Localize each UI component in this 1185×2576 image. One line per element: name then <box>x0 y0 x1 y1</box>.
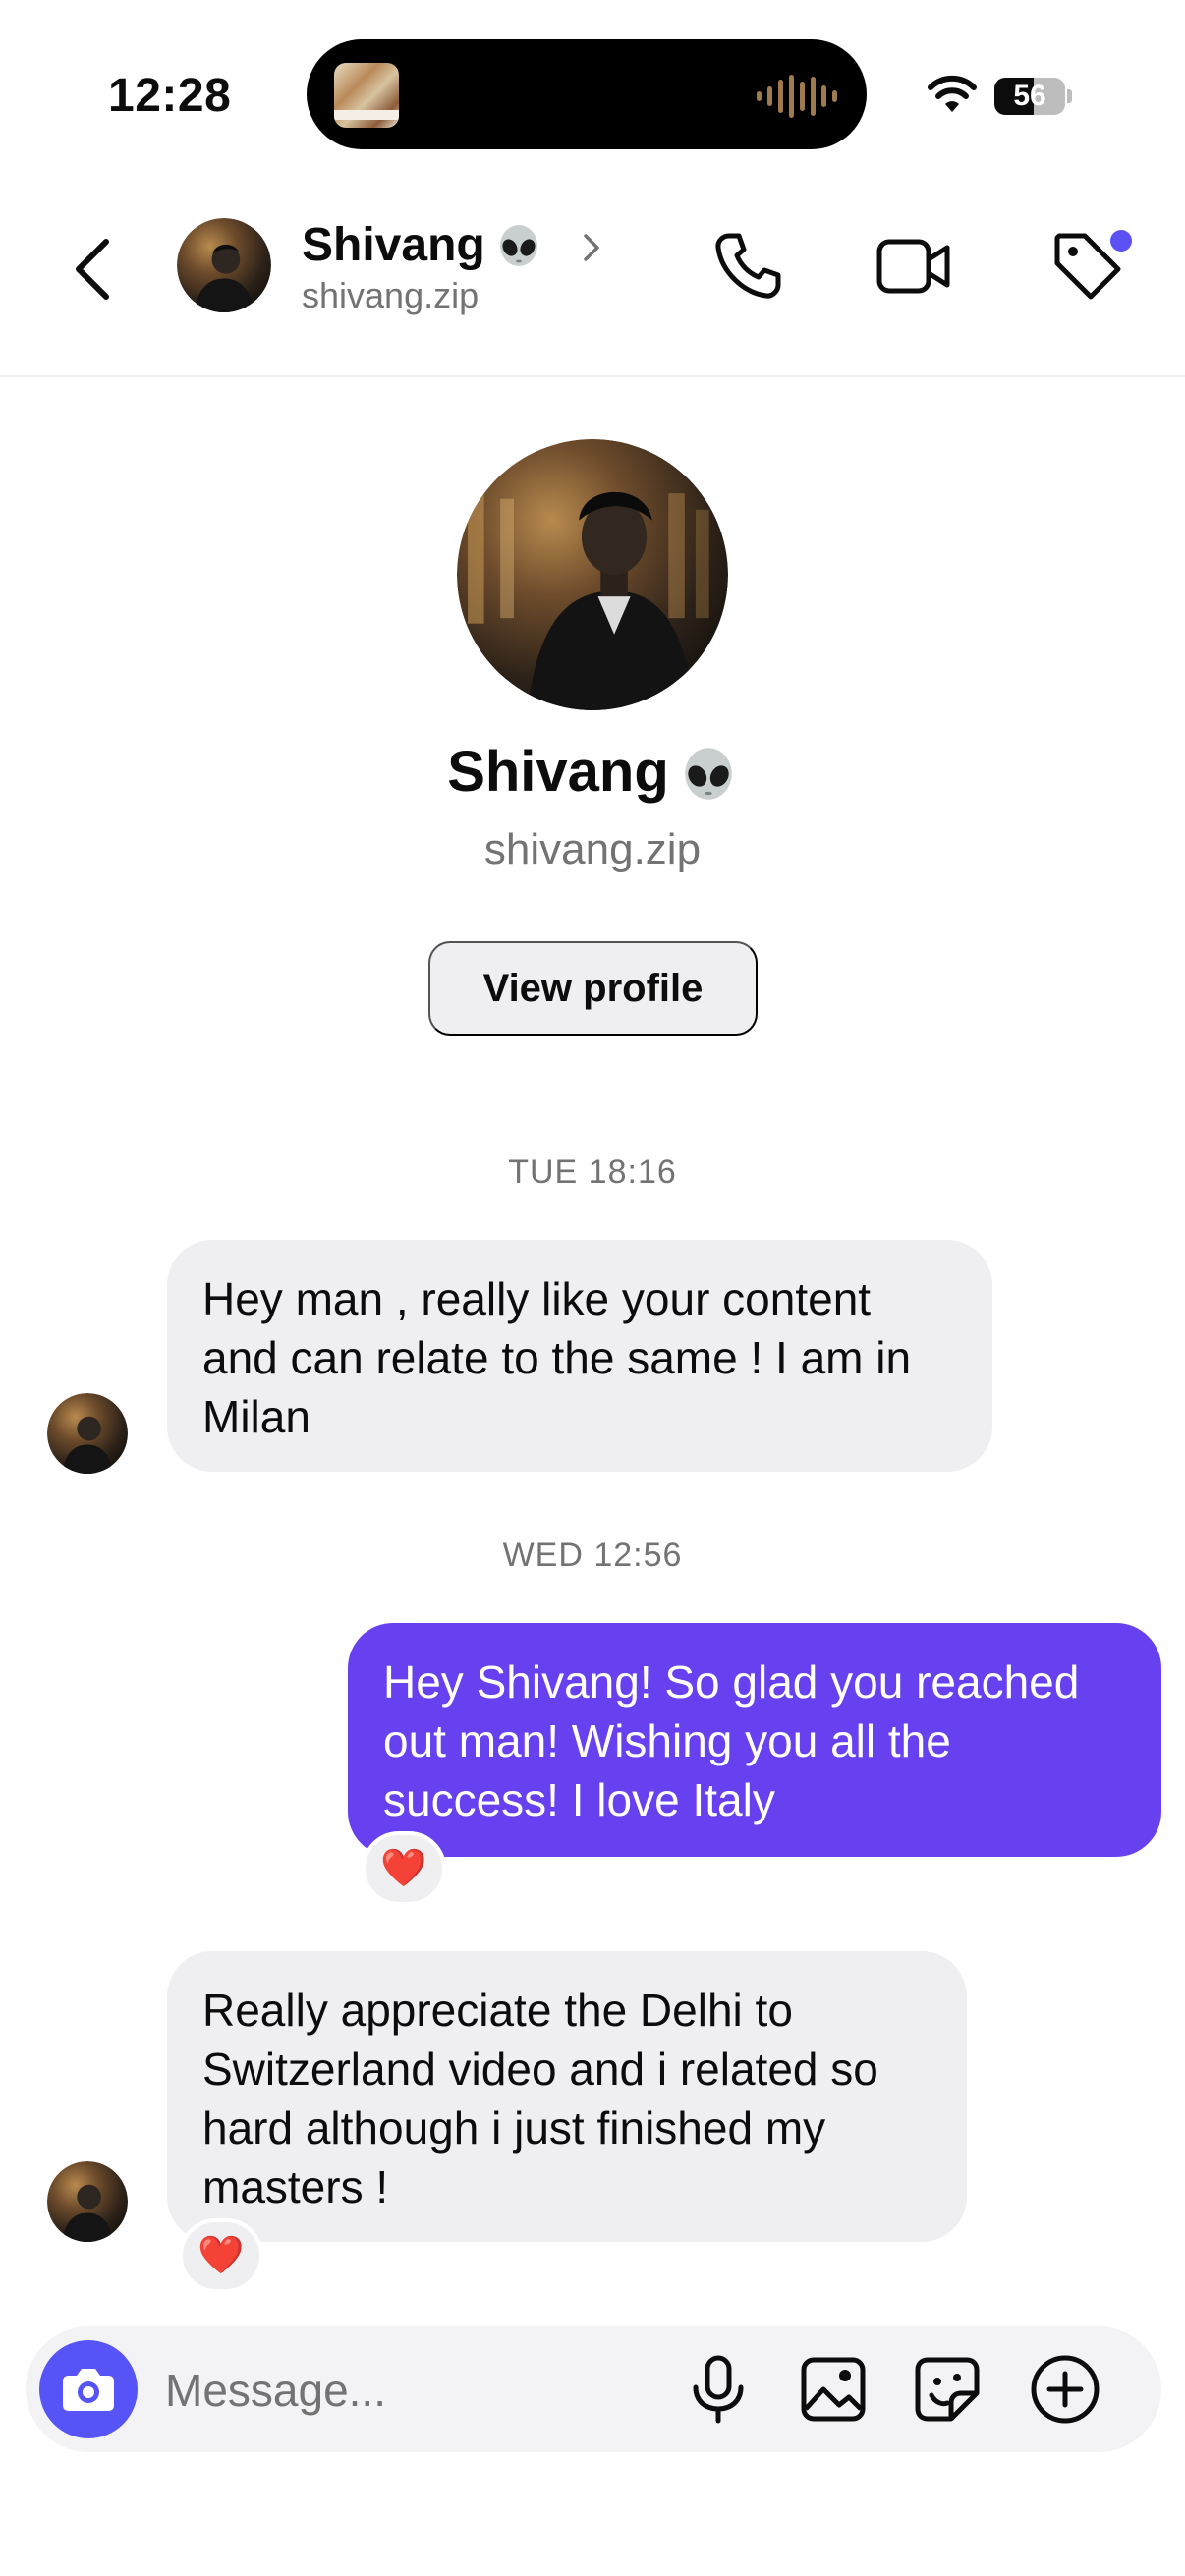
camera-button[interactable] <box>39 2340 138 2438</box>
audio-waveform-icon <box>757 75 837 118</box>
avatar[interactable] <box>177 218 271 312</box>
back-arrow-icon[interactable] <box>65 230 124 308</box>
heart-reaction[interactable]: ❤️ <box>362 1831 446 1906</box>
battery-icon: 56 <box>994 78 1072 115</box>
message-input[interactable] <box>165 2356 676 2425</box>
now-playing-artwork <box>334 63 399 128</box>
message-timestamp: WED 12:56 <box>502 1537 683 1574</box>
profile-picture[interactable] <box>457 439 728 710</box>
message-composer <box>26 2326 1161 2452</box>
sender-avatar[interactable] <box>47 1393 128 1474</box>
view-profile-button[interactable]: View profile <box>428 941 758 1036</box>
outgoing-message-bubble[interactable]: Hey Shivang! So glad you reached out man… <box>348 1623 1161 1857</box>
profile-name: Shivang <box>0 739 1185 806</box>
notification-dot <box>1110 230 1132 252</box>
status-bar-time: 12:28 <box>108 70 232 122</box>
sender-avatar[interactable] <box>47 2161 128 2242</box>
dynamic-island <box>307 39 867 149</box>
battery-percentage: 56 <box>1013 80 1046 112</box>
sticker-icon[interactable] <box>912 2354 983 2425</box>
contact-name[interactable]: Shivang <box>302 218 542 272</box>
contact-username[interactable]: shivang.zip <box>302 275 479 316</box>
chat-header: Shivang shivang.zip <box>0 196 1185 377</box>
incoming-message-bubble[interactable]: Really appreciate the Delhi to Switzerla… <box>167 1951 967 2242</box>
phone-icon[interactable] <box>711 228 786 303</box>
message-timestamp: TUE 18:16 <box>508 1153 677 1191</box>
gallery-icon[interactable] <box>798 2354 869 2425</box>
heart-reaction[interactable]: ❤️ <box>179 2218 263 2293</box>
camera-icon <box>63 2369 114 2411</box>
plus-circle-icon[interactable] <box>1028 2352 1102 2427</box>
video-camera-icon[interactable] <box>875 232 953 301</box>
wifi-icon <box>928 75 977 112</box>
alien-icon <box>685 747 732 800</box>
alien-icon <box>499 225 537 267</box>
incoming-message-bubble[interactable]: Hey man , really like your content and c… <box>167 1240 992 1472</box>
profile-username: shivang.zip <box>483 825 702 873</box>
microphone-icon[interactable] <box>684 2352 753 2427</box>
chevron-right-icon[interactable] <box>580 228 603 267</box>
